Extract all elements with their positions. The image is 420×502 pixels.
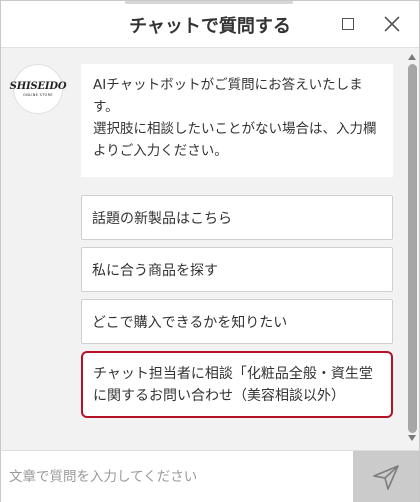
scroll-thumb[interactable]: [408, 64, 417, 433]
chat-title: チャットで質問する: [129, 16, 291, 37]
option-new-products[interactable]: 話題の新製品はこちら: [81, 195, 393, 240]
close-icon[interactable]: [383, 15, 401, 33]
option-find-products[interactable]: 私に合う商品を探す: [81, 247, 393, 292]
option-where-to-buy[interactable]: どこで購入できるかを知りたい: [81, 299, 393, 344]
bot-message-line: 選択肢に相談したいことがない場合は、入力欄よりご入力ください。: [93, 121, 377, 159]
send-button[interactable]: [353, 451, 419, 502]
chat-header: チャットで質問する: [1, 1, 419, 48]
maximize-icon[interactable]: [342, 18, 354, 30]
chat-input-area: [1, 450, 419, 502]
header-drag-tab[interactable]: [125, 1, 293, 4]
scroll-up-arrow-icon[interactable]: [408, 54, 416, 60]
scroll-down-arrow-icon[interactable]: [408, 435, 416, 441]
scrollbar[interactable]: [406, 48, 419, 449]
bot-message-line: AIチャットボットがご質問にお答えいたします。: [93, 77, 363, 115]
chat-input[interactable]: [1, 451, 353, 502]
option-contact-agent[interactable]: チャット担当者に相談「化粧品全般・資生堂に関するお問い合わせ（美容相談以外）: [81, 351, 393, 418]
bot-message-bubble: AIチャットボットがご質問にお答えいたします。 選択肢に相談したいことがない場合…: [81, 64, 393, 177]
shiseido-logo: SHISEIDO: [9, 80, 67, 92]
chat-window: チャットで質問する SHISEIDO ONLINE STORE AIチャットボッ…: [0, 0, 420, 502]
send-icon: [373, 464, 399, 490]
bot-avatar: SHISEIDO ONLINE STORE: [10, 64, 67, 114]
chat-messages: SHISEIDO ONLINE STORE AIチャットボットがご質問にお答えい…: [1, 48, 406, 449]
logo-subtext: ONLINE STORE: [23, 92, 53, 97]
